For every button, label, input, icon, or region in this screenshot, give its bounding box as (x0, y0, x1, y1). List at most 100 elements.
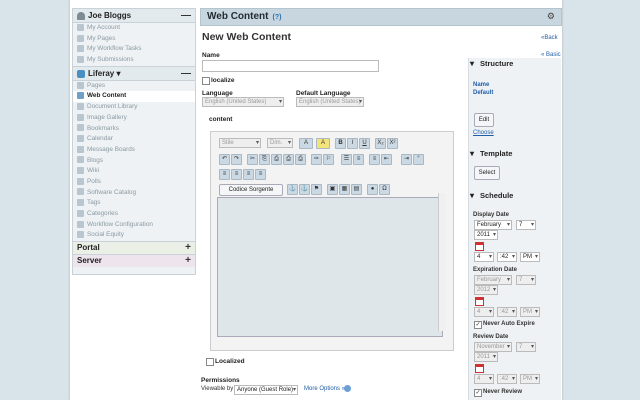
sidebar-item-document-library[interactable]: Document Library (73, 102, 195, 113)
display-ampm-select[interactable]: PM (520, 252, 540, 262)
sidebar-item-software-catalog[interactable]: Software Catalog (73, 188, 195, 199)
superscript-button[interactable]: X² (387, 138, 398, 149)
sidebar-item-message-boards[interactable]: Message Boards (73, 145, 195, 156)
subscript-button[interactable]: X₂ (375, 138, 386, 149)
localize-checkbox[interactable] (202, 77, 210, 85)
calendar-icon[interactable] (475, 297, 484, 306)
sidebar-item-my-account[interactable]: My Account (73, 23, 195, 34)
paste-text-icon[interactable]: ⎙ (283, 154, 294, 165)
sidebar-item-pages[interactable]: Pages (73, 81, 195, 92)
expand-portal-toggle[interactable]: + (185, 242, 191, 254)
calendar-icon[interactable] (475, 364, 484, 373)
sidebar-item-my-pages[interactable]: My Pages (73, 34, 195, 45)
select-template-button[interactable]: Select (474, 166, 500, 180)
default-language-select[interactable]: English (United States) (296, 97, 364, 107)
expiration-minute-select[interactable]: :42 (497, 307, 517, 317)
replace-icon[interactable]: ≡ (353, 154, 364, 165)
expiration-ampm-select[interactable]: PM (520, 307, 540, 317)
collapse-site-toggle[interactable]: — (181, 67, 191, 80)
flash-icon[interactable]: ▦ (339, 184, 350, 195)
review-minute-select[interactable]: :42 (497, 374, 517, 384)
bold-button[interactable]: B (335, 138, 346, 149)
expand-server-toggle[interactable]: + (185, 255, 191, 267)
cut-icon[interactable]: ✂ (247, 154, 258, 165)
sidebar-item-my-workflow-tasks[interactable]: My Workflow Tasks (73, 44, 195, 55)
remove-format-icon[interactable]: ⚐ (323, 154, 334, 165)
editor-scrollbar[interactable] (438, 193, 446, 331)
sidebar-item-categories[interactable]: Categories (73, 209, 195, 220)
copy-icon[interactable]: ⎘ (259, 154, 270, 165)
never-review-checkbox[interactable]: ✓ (474, 389, 482, 397)
user-section-header[interactable]: Joe Bloggs — (73, 9, 195, 23)
help-icon[interactable] (344, 385, 351, 392)
special-char-icon[interactable]: Ω (379, 184, 390, 195)
back-link[interactable]: «Back (541, 35, 558, 41)
smiley-icon[interactable]: ● (367, 184, 378, 195)
site-name[interactable]: Liferay ▾ (88, 69, 120, 78)
sidebar-item-workflow-configuration[interactable]: Workflow Configuration (73, 220, 195, 231)
sidebar-item-social-equity[interactable]: Social Equity (73, 230, 195, 241)
source-code-button[interactable]: Codice Sorgente (219, 184, 283, 196)
image-icon[interactable]: ▣ (327, 184, 338, 195)
server-section-header[interactable]: Server + (73, 254, 195, 268)
review-ampm-select[interactable]: PM (520, 374, 540, 384)
editor-text-area[interactable] (217, 197, 443, 337)
collapse-user-toggle[interactable]: — (181, 9, 191, 22)
review-year-select[interactable]: 2011 (474, 352, 498, 362)
align-left-icon[interactable]: ≡ (219, 169, 230, 180)
language-select[interactable]: English (United States) (202, 97, 284, 107)
site-section-header[interactable]: Liferay ▾ — (73, 65, 195, 81)
sidebar-item-image-gallery[interactable]: Image Gallery (73, 113, 195, 124)
find-icon[interactable]: ☰ (341, 154, 352, 165)
sidebar-item-web-content[interactable]: Web Content (73, 91, 195, 103)
portal-section-header[interactable]: Portal + (73, 241, 195, 255)
edit-structure-button[interactable]: Edit (474, 113, 494, 127)
template-section-header[interactable]: Template (468, 148, 512, 160)
anchor-icon[interactable]: ⚑ (311, 184, 322, 195)
expiration-day-select[interactable]: 7 (516, 275, 536, 285)
sidebar-item-calendar[interactable]: Calendar (73, 134, 195, 145)
outdent-icon[interactable]: ⇥ (401, 154, 412, 165)
background-color-button[interactable]: A (316, 138, 330, 149)
structure-section-header[interactable]: Structure (468, 58, 513, 70)
review-hour-select[interactable]: 4 (474, 374, 494, 384)
text-color-button[interactable]: A (299, 138, 313, 149)
align-justify-icon[interactable]: ≡ (255, 169, 266, 180)
expiration-month-select[interactable]: February (474, 275, 512, 285)
sidebar-item-blogs[interactable]: Blogs (73, 156, 195, 167)
localized-checkbox[interactable] (206, 358, 214, 366)
underline-button[interactable]: U (359, 138, 370, 149)
align-center-icon[interactable]: ≡ (231, 169, 242, 180)
paste-word-icon[interactable]: ⎙ (295, 154, 306, 165)
unlink-icon[interactable]: ⚓ (299, 184, 310, 195)
undo-icon[interactable]: ↶ (219, 154, 230, 165)
display-minute-select[interactable]: :42 (497, 252, 517, 262)
sidebar-item-my-submissions[interactable]: My Submissions (73, 55, 195, 66)
display-day-select[interactable]: 7 (516, 220, 536, 230)
numbered-list-icon[interactable]: ≡ (369, 154, 380, 165)
display-hour-select[interactable]: 4 (474, 252, 494, 262)
sidebar-item-polls[interactable]: Polls (73, 177, 195, 188)
sidebar-item-bookmarks[interactable]: Bookmarks (73, 124, 195, 135)
indent-icon[interactable]: “ (413, 154, 424, 165)
help-icon[interactable]: (?) (272, 14, 281, 21)
more-options-link[interactable]: More Options » (304, 386, 345, 392)
align-right-icon[interactable]: ≡ (243, 169, 254, 180)
table-icon[interactable]: ▤ (351, 184, 362, 195)
name-input[interactable] (202, 60, 379, 72)
paste-icon[interactable]: ⎙ (271, 154, 282, 165)
basic-link[interactable]: « Basic (541, 52, 561, 58)
calendar-icon[interactable] (475, 242, 484, 251)
display-month-select[interactable]: February (474, 220, 512, 230)
sidebar-item-wiki[interactable]: Wiki (73, 166, 195, 177)
size-select[interactable]: Dim. (267, 138, 293, 148)
link-icon[interactable]: ⚓ (287, 184, 298, 195)
schedule-section-header[interactable]: Schedule (468, 190, 513, 202)
display-year-select[interactable]: 2011 (474, 230, 498, 240)
never-auto-expire-checkbox[interactable]: ✓ (474, 321, 482, 329)
style-select[interactable]: Stile (219, 138, 261, 148)
redo-icon[interactable]: ↷ (231, 154, 242, 165)
select-all-icon[interactable]: ✑ (311, 154, 322, 165)
bulleted-list-icon[interactable]: ⇤ (381, 154, 392, 165)
wrench-icon[interactable]: ⚙ (547, 11, 555, 22)
